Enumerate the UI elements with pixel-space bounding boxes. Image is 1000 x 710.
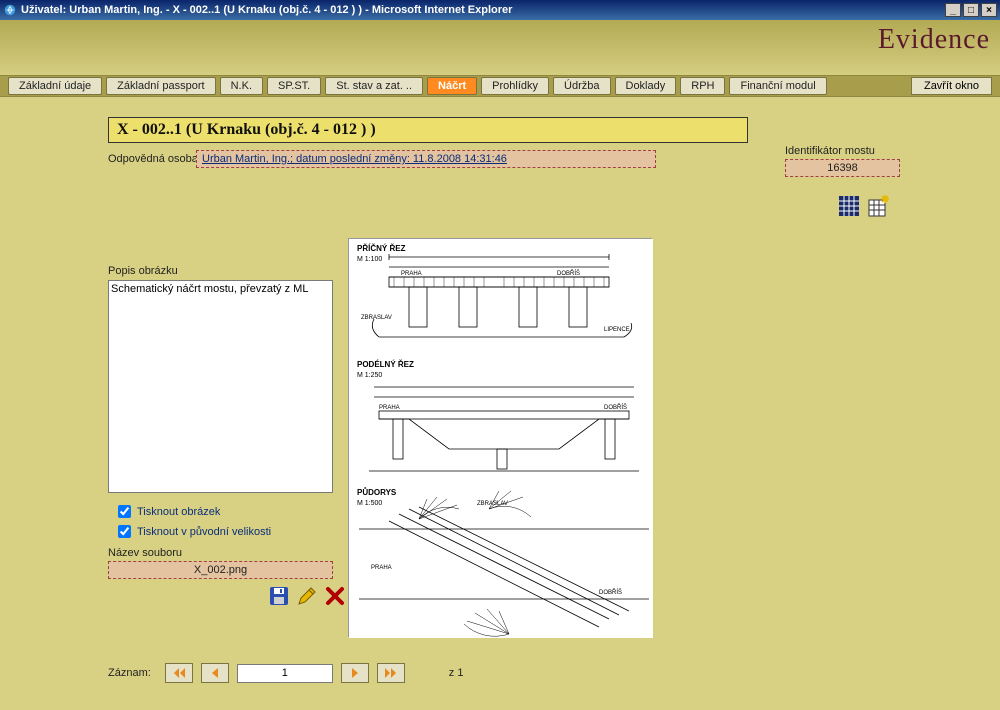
drawing-label-lipence: LIPENCE	[604, 327, 630, 333]
drawing-viewport: PŘÍČNÝ ŘEZ M 1:100	[348, 238, 652, 637]
drawing-label-praha: PRAHA	[401, 271, 422, 277]
tab-st-stav[interactable]: St. stav a zat. ..	[325, 77, 423, 95]
tab-nk[interactable]: N.K.	[220, 77, 263, 95]
print-original-size-checkbox[interactable]	[118, 525, 131, 538]
responsible-label: Odpovědná osoba	[108, 153, 198, 165]
print-original-size-label: Tisknout v původní velikosti	[137, 526, 271, 538]
grid-new-icon[interactable]	[868, 195, 890, 217]
drawing-section3-title: PŮDORYS	[357, 487, 397, 497]
record-navigator: Záznam: z 1	[108, 663, 463, 683]
tab-financni-modul[interactable]: Finanční modul	[729, 77, 826, 95]
record-label: Záznam:	[108, 667, 151, 679]
tab-prohlidky[interactable]: Prohlídky	[481, 77, 549, 95]
tab-doklady[interactable]: Doklady	[615, 77, 677, 95]
close-window-button[interactable]: ×	[981, 3, 997, 17]
print-original-size-row[interactable]: Tisknout v původní velikosti	[118, 525, 271, 538]
tab-udrzba[interactable]: Údržba	[553, 77, 610, 95]
delete-icon[interactable]	[324, 585, 346, 607]
tab-bar: Základní údaje Základní passport N.K. SP…	[0, 75, 1000, 97]
record-prev-button[interactable]	[201, 663, 229, 683]
file-value: X_002.png	[108, 561, 333, 579]
tab-spst[interactable]: SP.ST.	[267, 77, 321, 95]
tab-zakladni-udaje[interactable]: Základní údaje	[8, 77, 102, 95]
identifier-value: 16398	[785, 159, 900, 177]
svg-text:PRAHA: PRAHA	[371, 565, 392, 571]
record-next-button[interactable]	[341, 663, 369, 683]
responsible-value[interactable]: Urban Martin, Ing.; datum poslední změny…	[196, 150, 656, 168]
ie-icon	[3, 3, 17, 17]
svg-text:ZBRASLAV: ZBRASLAV	[477, 501, 508, 507]
svg-text:DOBŘÍŠ: DOBŘÍŠ	[604, 403, 627, 411]
drawing-section2-title: PODÉLNÝ ŘEZ	[357, 360, 414, 369]
window-title: Uživatel: Urban Martin, Ing. - X - 002..…	[21, 4, 512, 16]
minimize-button[interactable]: _	[945, 3, 961, 17]
save-icon[interactable]	[268, 585, 290, 607]
drawing-section3-scale: M 1:500	[357, 500, 382, 507]
tab-rph[interactable]: RPH	[680, 77, 725, 95]
edit-icon[interactable]	[296, 585, 318, 607]
drawing-section2-scale: M 1:250	[357, 372, 382, 379]
print-image-row[interactable]: Tisknout obrázek	[118, 505, 220, 518]
svg-text:DOBŘÍŠ: DOBŘÍŠ	[599, 588, 622, 596]
record-first-button[interactable]	[165, 663, 193, 683]
svg-text:PRAHA: PRAHA	[379, 405, 400, 411]
record-last-button[interactable]	[377, 663, 405, 683]
grid-dark-icon[interactable]	[838, 195, 860, 217]
print-image-checkbox[interactable]	[118, 505, 131, 518]
drawing-label-zbraslav: ZBRASLAV	[361, 315, 392, 321]
record-total: z 1	[449, 667, 464, 679]
maximize-button[interactable]: □	[963, 3, 979, 17]
record-current-input[interactable]	[237, 664, 333, 683]
drawing-section1-scale: M 1:100	[357, 256, 382, 263]
description-textarea[interactable]: Schematický náčrt mostu, převzatý z ML	[108, 280, 333, 493]
window-titlebar: Uživatel: Urban Martin, Ing. - X - 002..…	[0, 0, 1000, 20]
close-panel-button[interactable]: Zavřít okno	[911, 77, 992, 95]
page-title: X - 002..1 (U Krnaku (obj.č. 4 - 012 ) )	[108, 117, 748, 143]
print-image-label: Tisknout obrázek	[137, 506, 220, 518]
description-label: Popis obrázku	[108, 265, 178, 277]
tab-nacrt[interactable]: Náčrt	[427, 77, 477, 95]
drawing-label-dobris: DOBŘÍŠ	[557, 269, 580, 277]
tab-zakladni-passport[interactable]: Základní passport	[106, 77, 215, 95]
brand-title: Evidence	[878, 24, 990, 56]
drawing-section1-title: PŘÍČNÝ ŘEZ	[357, 244, 406, 253]
file-label: Název souboru	[108, 547, 182, 559]
identifier-label: Identifikátor mostu	[785, 145, 900, 157]
